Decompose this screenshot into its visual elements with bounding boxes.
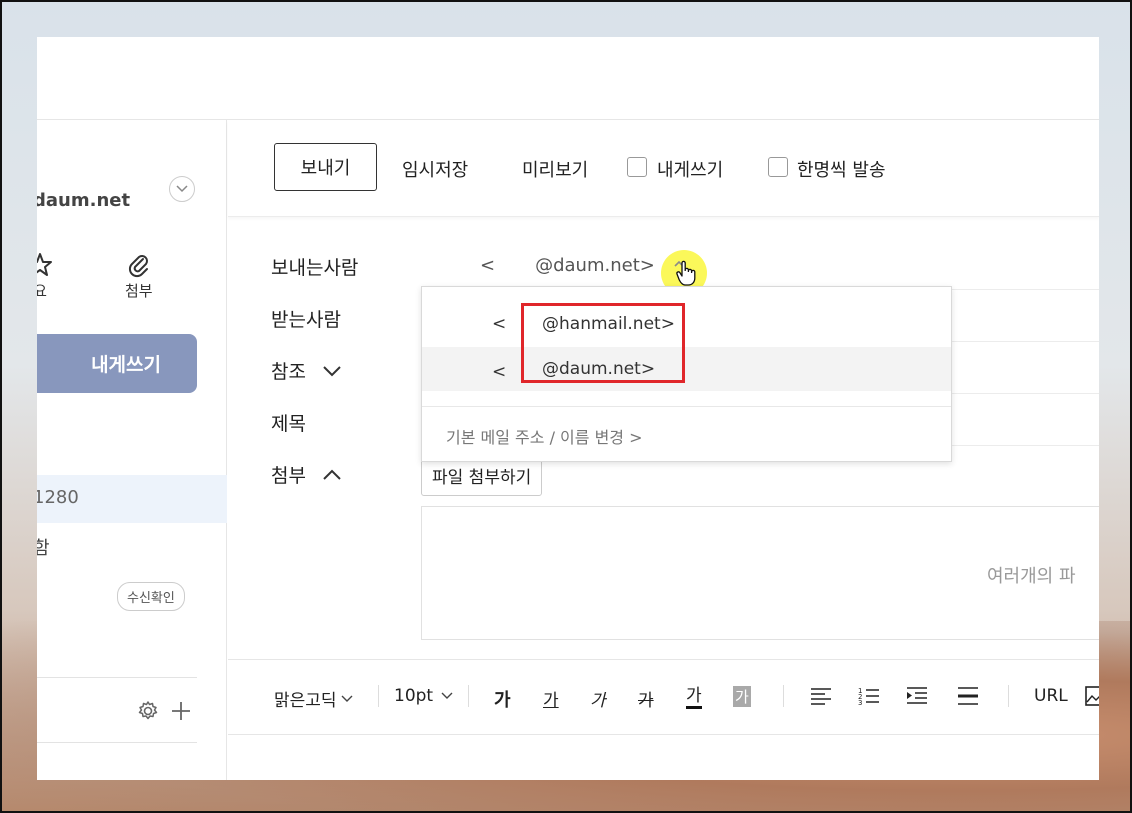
star-icon: [37, 253, 52, 276]
font-color-button[interactable]: 가: [686, 686, 702, 709]
sender-select[interactable]: < @daum.net>: [480, 255, 655, 276]
change-default-address-link[interactable]: 기본 메일 주소 / 이름 변경 >: [446, 424, 643, 448]
subject-label-text: 제목: [271, 413, 306, 435]
account-toggle-button[interactable]: [169, 176, 195, 202]
indent-button[interactable]: [906, 686, 928, 706]
indent-icon: [907, 687, 927, 704]
to-label: 받는사람: [271, 305, 341, 332]
cc-label-text: 참조: [271, 361, 306, 383]
sender-dropdown: < @hanmail.net> < @daum.net> 기본 메일 주소 / …: [421, 286, 952, 462]
quick-important-label: 요: [37, 282, 47, 300]
attachment-dropzone[interactable]: 여러개의 파: [421, 506, 1099, 640]
attach-label[interactable]: 첨부: [271, 461, 342, 488]
mailbox-tools: [137, 700, 191, 722]
hand-cursor-icon: [674, 260, 696, 286]
align-left-icon: [811, 688, 831, 705]
send-individually-checkbox[interactable]: [768, 157, 788, 177]
bold-button[interactable]: 가: [494, 686, 511, 712]
font-family-select[interactable]: 맑은고딕: [274, 686, 353, 711]
toolbar-separator: [783, 685, 784, 707]
svg-text:3: 3: [858, 699, 862, 706]
subject-label: 제목: [271, 409, 306, 436]
sender-option-prefix: <: [492, 361, 524, 382]
horizontal-line-icon: [958, 687, 978, 705]
toolbar-separator: [1008, 685, 1009, 707]
numbered-list-icon: 123: [858, 687, 879, 706]
sender-address: @daum.net>: [535, 255, 655, 276]
dropdown-divider: [422, 406, 951, 407]
insert-url-button[interactable]: URL: [1034, 686, 1068, 706]
divider: [37, 742, 197, 743]
toolbar-separator: [378, 685, 379, 707]
top-bar: [37, 37, 1099, 120]
save-draft-button[interactable]: 임시저장: [402, 156, 468, 182]
numbered-list-button[interactable]: 123: [858, 686, 880, 706]
chevron-down-icon: [323, 365, 341, 376]
background-color-button[interactable]: 가: [733, 686, 751, 707]
quick-important[interactable]: 요: [37, 250, 53, 301]
editor-toolbar: 맑은고딕 10pt 가 가 가 가 가 가 123 URL: [228, 659, 1099, 735]
to-self-checkbox[interactable]: [627, 157, 647, 177]
sender-option-hanmail[interactable]: < @hanmail.net>: [422, 302, 951, 346]
underline-button[interactable]: 가: [543, 686, 559, 711]
toolbar-separator: [468, 685, 469, 707]
attach-label-text: 첨부: [271, 465, 306, 487]
send-individually-label[interactable]: 한명씩 발송: [797, 156, 886, 182]
divider: [37, 677, 197, 678]
font-size-select[interactable]: 10pt: [394, 686, 453, 706]
annotation-highlight-box: [521, 303, 685, 383]
sender-option-daum[interactable]: < @daum.net>: [422, 347, 951, 391]
sender-left-bracket: <: [480, 255, 496, 276]
italic-button[interactable]: 가: [590, 686, 606, 711]
horizontal-line-button[interactable]: [957, 686, 979, 706]
gear-icon[interactable]: [137, 700, 159, 722]
from-label: 보내는사람: [271, 253, 358, 280]
paperclip-icon: [128, 255, 148, 278]
to-self-label[interactable]: 내게쓰기: [657, 156, 723, 182]
compose-toolbar: 보내기 임시저장 미리보기 내게쓰기 한명씩 발송: [228, 120, 1099, 217]
mailbox-item[interactable]: 함: [37, 534, 50, 560]
sidebar: daum.net 요 첨부 내게쓰기 1280 함 수신확인: [37, 120, 227, 780]
to-label-text: 받는사람: [271, 309, 341, 331]
font-family-value: 맑은고딕: [274, 691, 337, 711]
plus-icon[interactable]: [171, 701, 191, 721]
quick-attachments-label: 첨부: [125, 282, 153, 300]
cc-label[interactable]: 참조: [271, 357, 342, 384]
from-label-text: 보내는사람: [271, 257, 359, 279]
chevron-up-icon: [323, 469, 341, 480]
dropzone-hint: 여러개의 파: [987, 566, 1076, 587]
receipt-check-button[interactable]: 수신확인: [117, 582, 185, 611]
sender-option-prefix: <: [492, 314, 507, 334]
chevron-down-icon: [176, 185, 188, 193]
font-size-value: 10pt: [394, 686, 434, 706]
image-icon: [1085, 686, 1099, 706]
write-to-self-button[interactable]: 내게쓰기: [37, 334, 197, 393]
account-address: daum.net: [37, 190, 131, 211]
quick-attachments[interactable]: 첨부: [125, 250, 153, 301]
align-left-button[interactable]: [810, 686, 832, 706]
insert-image-button[interactable]: [1085, 686, 1099, 706]
strikethrough-button[interactable]: 가: [638, 686, 654, 711]
chevron-down-icon: [341, 695, 353, 702]
preview-button[interactable]: 미리보기: [522, 156, 588, 182]
send-button[interactable]: 보내기: [274, 143, 377, 191]
inbox-count: 1280: [37, 487, 79, 508]
chevron-down-icon: [441, 692, 453, 699]
